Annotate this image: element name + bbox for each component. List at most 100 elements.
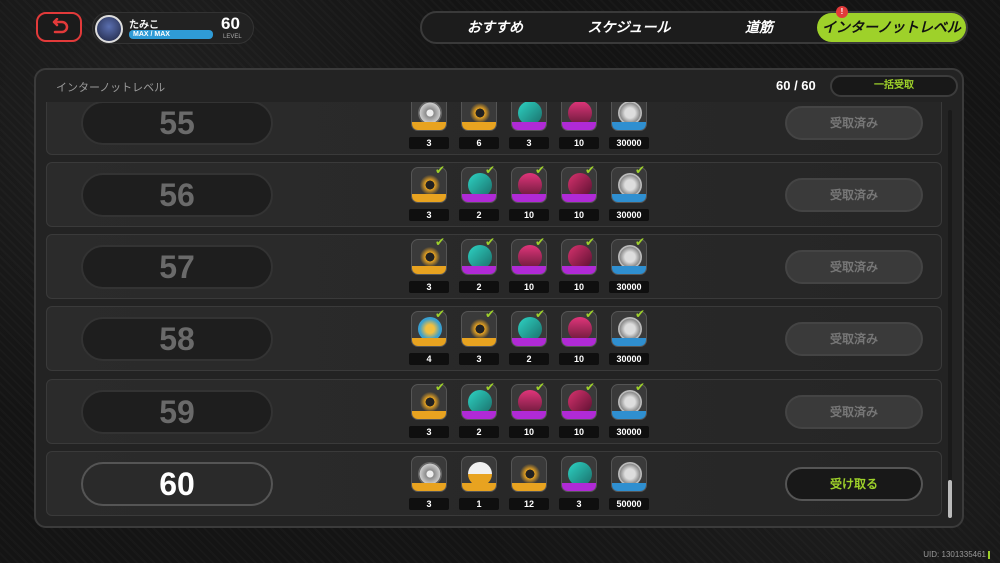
alert-badge: ! xyxy=(836,6,848,18)
reward-item[interactable]: ✔ 10 xyxy=(509,380,549,442)
reward-quantity: 10 xyxy=(559,281,599,293)
core-icon xyxy=(461,102,497,131)
reward-item[interactable]: ✔ 30000 xyxy=(609,307,649,369)
checkmark-icon: ✔ xyxy=(435,235,446,249)
reward-quantity: 4 xyxy=(409,353,449,365)
checkmark-icon: ✔ xyxy=(435,380,446,394)
level-rewards-panel: インターノットレベル 60 / 60 一括受取 55✔3✔6✔3✔10✔3000… xyxy=(34,68,964,528)
checkmark-icon: ✔ xyxy=(485,235,496,249)
claimed-button[interactable]: 受取済み xyxy=(785,178,923,212)
checkmark-icon: ✔ xyxy=(635,235,646,249)
claimed-button[interactable]: 受取済み xyxy=(785,250,923,284)
reward-quantity: 10 xyxy=(509,209,549,221)
player-profile[interactable]: たみこ MAX / MAX 60 LEVEL xyxy=(92,12,254,44)
claim-all-button[interactable]: 一括受取 xyxy=(830,75,958,97)
reward-item[interactable]: ✔3 xyxy=(409,163,449,225)
reward-item[interactable]: 12 xyxy=(509,452,549,514)
claimed-button[interactable]: 受取済み xyxy=(785,322,923,356)
reward-item[interactable]: ✔ 10 xyxy=(559,102,599,153)
panel-title: インターノットレベル xyxy=(56,82,166,94)
reward-item[interactable]: 50000 xyxy=(609,452,649,514)
chip-icon xyxy=(561,456,597,492)
tab-schedule[interactable]: スケジュール xyxy=(568,13,690,42)
reward-item[interactable]: ✔ 10 xyxy=(559,163,599,225)
checkmark-icon: ✔ xyxy=(435,102,445,105)
level-number: 60 xyxy=(81,462,273,506)
reward-item[interactable]: ✔ 30000 xyxy=(609,235,649,297)
checkmark-icon: ✔ xyxy=(485,102,495,105)
reward-item[interactable]: ✔3 xyxy=(409,380,449,442)
level-count: 60 / 60 xyxy=(776,78,816,93)
claimed-button[interactable]: 受取済み xyxy=(785,395,923,429)
checkmark-icon: ✔ xyxy=(635,163,646,177)
reward-quantity: 2 xyxy=(459,426,499,438)
reward-quantity: 3 xyxy=(559,498,599,510)
chip-icon xyxy=(511,102,547,131)
checkmark-icon: ✔ xyxy=(535,235,546,249)
reward-list: ✔3✔6✔3✔10✔30000 xyxy=(409,102,669,156)
reward-quantity: 30000 xyxy=(609,281,649,293)
reward-list: 3 1 12 3 50000 xyxy=(409,452,669,517)
checkmark-icon: ✔ xyxy=(585,163,596,177)
level-row: 57 ✔ 3 ✔ 2 ✔ 10 ✔ 10 ✔ 30000 受取済み xyxy=(46,234,942,299)
reward-item[interactable]: ✔ 2 xyxy=(509,307,549,369)
reward-quantity: 10 xyxy=(509,281,549,293)
reward-quantity: 2 xyxy=(459,209,499,221)
reward-item[interactable]: ✔ 2 xyxy=(459,380,499,442)
reward-item[interactable]: ✔ 30000 xyxy=(609,163,649,225)
reward-item[interactable]: 1 xyxy=(459,452,499,514)
reward-item[interactable]: ✔ 10 xyxy=(509,163,549,225)
level-row: 60 3 1 12 3 50000 受け取る xyxy=(46,451,942,516)
reward-quantity: 30000 xyxy=(609,426,649,438)
reward-item[interactable]: 3 xyxy=(409,452,449,514)
reward-item[interactable]: ✔ 10 xyxy=(559,235,599,297)
reward-quantity: 3 xyxy=(409,209,449,221)
level-number: 55 xyxy=(81,102,273,145)
reward-quantity: 1 xyxy=(459,498,499,510)
car-icon xyxy=(561,102,597,131)
exp-bar: MAX / MAX xyxy=(129,30,213,39)
tape-icon xyxy=(461,456,497,492)
reward-quantity: 3 xyxy=(409,426,449,438)
reward-item[interactable]: ✔ 2 xyxy=(459,163,499,225)
reward-list: ✔ 3 ✔ 2 ✔ 10 ✔ 10 ✔ 30000 xyxy=(409,163,669,228)
level-row: 56 ✔ 3 ✔ 2 ✔ 10 ✔ 10 ✔ 30000 受取済み xyxy=(46,162,942,227)
avatar xyxy=(95,15,123,43)
reward-item[interactable]: ✔ 2 xyxy=(459,235,499,297)
tab-path[interactable]: 道筋 xyxy=(702,13,816,42)
reward-item[interactable]: ✔ 30000 xyxy=(609,380,649,442)
checkmark-icon: ✔ xyxy=(535,307,546,321)
checkmark-icon: ✔ xyxy=(435,163,446,177)
tab-recommended[interactable]: おすすめ xyxy=(436,13,554,42)
checkmark-icon: ✔ xyxy=(635,102,645,105)
reward-quantity: 12 xyxy=(509,498,549,510)
claimed-button[interactable]: 受取済み xyxy=(785,106,923,140)
reward-quantity: 3 xyxy=(409,281,449,293)
reward-item[interactable]: ✔ 30000 xyxy=(609,102,649,153)
reward-item[interactable]: 3 xyxy=(559,452,599,514)
level-number: 56 xyxy=(81,173,273,217)
checkmark-icon: ✔ xyxy=(485,163,496,177)
checkmark-icon: ✔ xyxy=(585,380,596,394)
reward-item[interactable]: ✔ 10 xyxy=(509,235,549,297)
reward-item[interactable]: ✔6 xyxy=(459,102,499,153)
reward-item[interactable]: ✔3 xyxy=(509,102,549,153)
level-number: 57 xyxy=(81,245,273,289)
reward-item[interactable]: ✔3 xyxy=(409,102,449,153)
reward-item[interactable]: ✔3 xyxy=(459,307,499,369)
reward-item[interactable]: ✔ 4 xyxy=(409,307,449,369)
back-button[interactable] xyxy=(36,12,82,42)
reward-quantity: 3 xyxy=(409,137,449,149)
scrollbar[interactable] xyxy=(948,110,952,518)
reward-item[interactable]: ✔ 10 xyxy=(559,307,599,369)
scroll-thumb[interactable] xyxy=(948,480,952,518)
reward-quantity: 3 xyxy=(459,353,499,365)
level-row: 58 ✔ 4 ✔ 3 ✔ 2 ✔ 10 ✔ 30000 受取済み xyxy=(46,306,942,371)
level-list[interactable]: 55✔3✔6✔3✔10✔30000受取済み56✔3✔2✔10✔10✔30000受… xyxy=(46,102,942,524)
reward-item[interactable]: ✔ 10 xyxy=(559,380,599,442)
reward-item[interactable]: ✔3 xyxy=(409,235,449,297)
reward-quantity: 3 xyxy=(509,137,549,149)
claim-button[interactable]: 受け取る xyxy=(785,467,923,501)
level-number: 59 xyxy=(81,390,273,434)
reward-quantity: 30000 xyxy=(609,137,649,149)
